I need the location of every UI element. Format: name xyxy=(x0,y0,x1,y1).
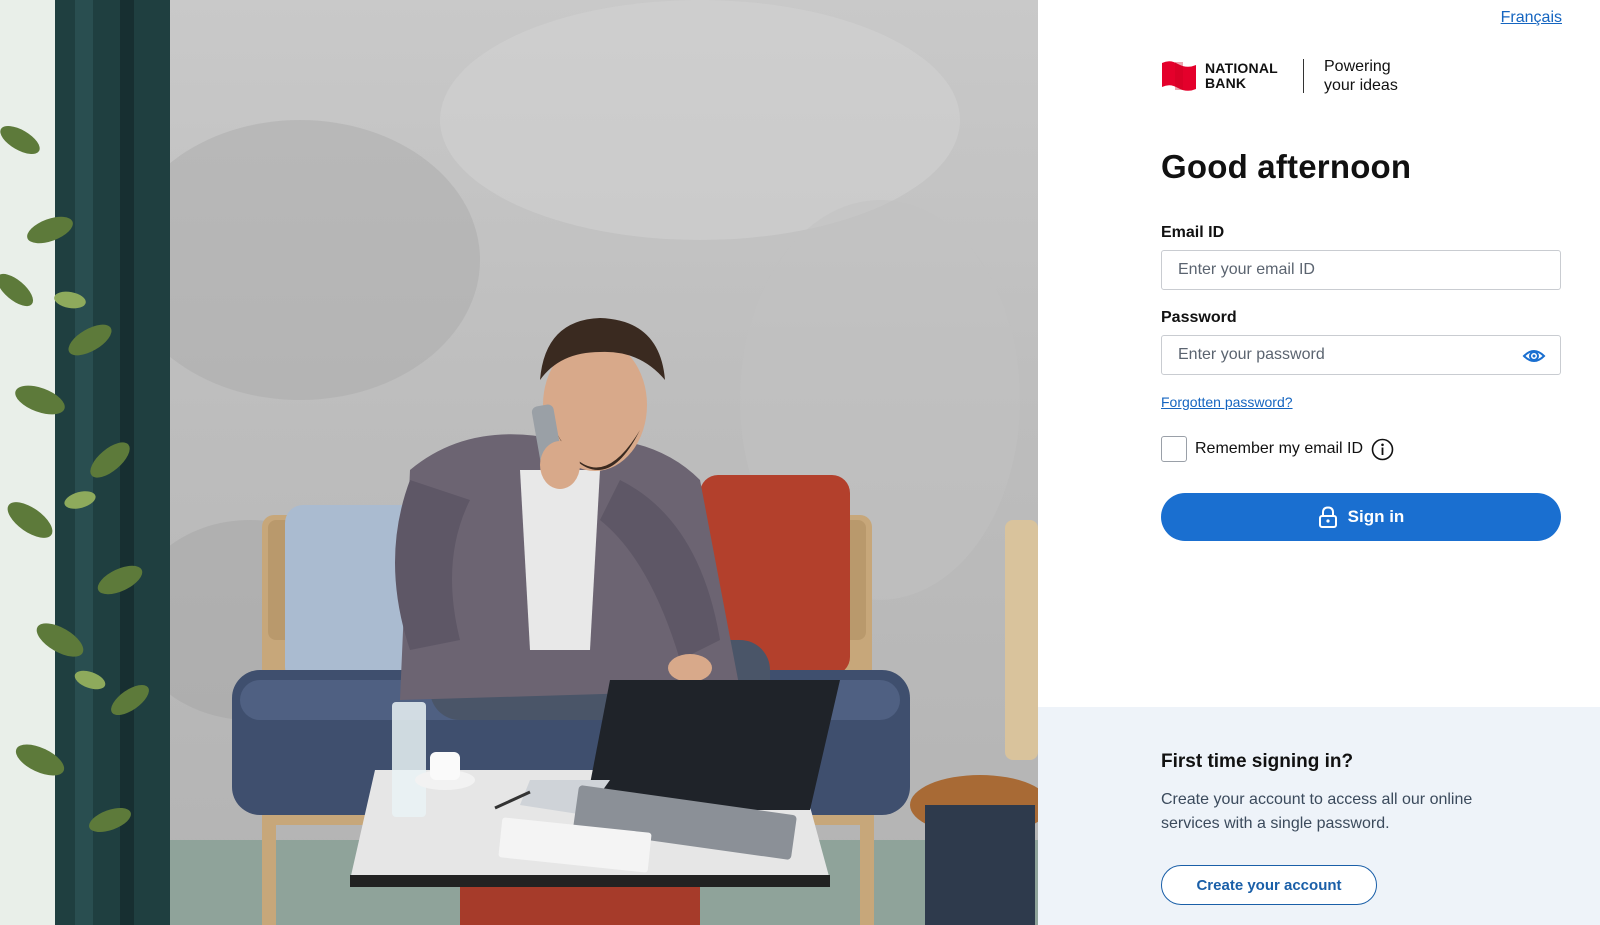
first-time-title: First time signing in? xyxy=(1161,751,1354,772)
lock-icon xyxy=(1318,506,1337,528)
login-page: Français NATIONAL BANK Powering your ide… xyxy=(0,0,1600,925)
first-time-description: Create your account to access all our on… xyxy=(1161,791,1473,832)
email-label: Email ID xyxy=(1161,224,1225,241)
brand-tagline-line1: Powering xyxy=(1324,58,1391,75)
remember-email-label: Remember my email ID xyxy=(1195,440,1364,457)
info-icon[interactable] xyxy=(1371,438,1394,461)
national-bank-flag-icon xyxy=(1162,61,1196,91)
hero-illustration xyxy=(0,0,1038,925)
sign-in-label: Sign in xyxy=(1347,507,1405,526)
eye-icon[interactable] xyxy=(1522,345,1546,367)
password-label: Password xyxy=(1161,309,1237,326)
email-field-box xyxy=(1161,250,1561,290)
hero-photo xyxy=(0,0,1038,925)
first-time-section: First time signing in? Create your accou… xyxy=(1038,707,1600,925)
email-input[interactable] xyxy=(1178,261,1544,279)
greeting-title: Good afternoon xyxy=(1161,148,1412,185)
sign-in-button[interactable]: Sign in xyxy=(1161,493,1561,541)
create-account-button[interactable]: Create your account xyxy=(1161,865,1377,905)
brand-name: NATIONAL BANK xyxy=(1205,61,1279,91)
brand-tagline-line2: your ideas xyxy=(1324,77,1398,94)
remember-email-row: Remember my email ID xyxy=(1161,436,1394,462)
language-link[interactable]: Français xyxy=(1501,9,1562,27)
brand-logo: NATIONAL BANK Powering your ideas xyxy=(1161,56,1404,96)
password-field-box xyxy=(1161,335,1561,375)
brand-tagline: Powering your ideas xyxy=(1324,57,1404,95)
brand-name-line2: BANK xyxy=(1205,75,1247,91)
login-panel: Français NATIONAL BANK Powering your ide… xyxy=(1038,0,1600,925)
password-input[interactable] xyxy=(1178,346,1544,364)
brand-name-line1: NATIONAL xyxy=(1205,60,1278,76)
brand-divider xyxy=(1303,59,1304,93)
forgot-password-link[interactable]: Forgotten password? xyxy=(1161,394,1293,410)
remember-email-checkbox[interactable] xyxy=(1161,436,1187,462)
